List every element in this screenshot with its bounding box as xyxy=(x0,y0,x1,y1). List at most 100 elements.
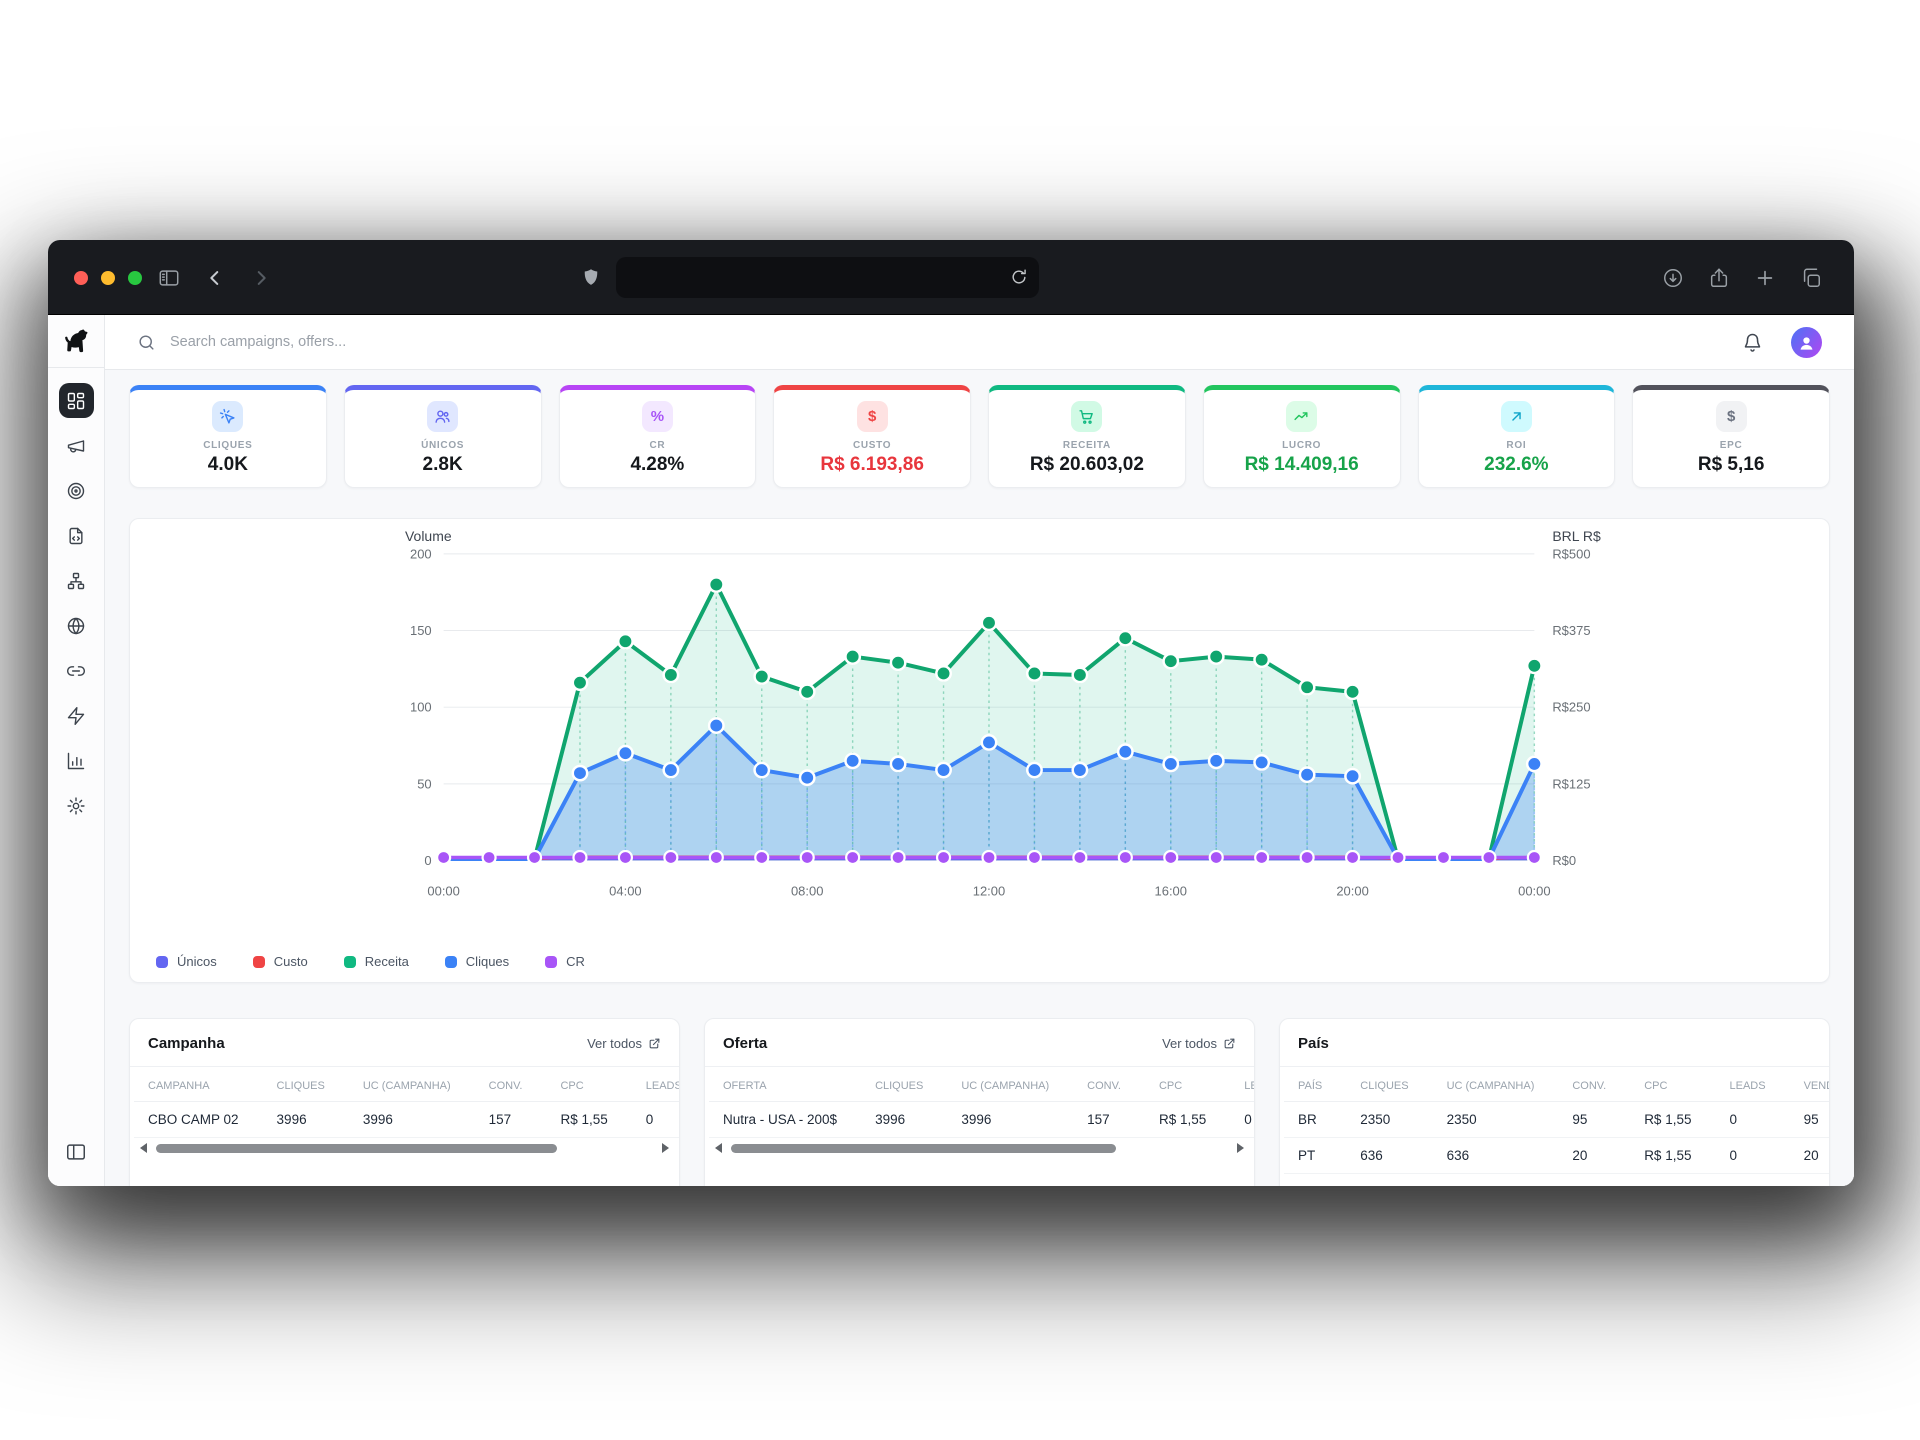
cr-point[interactable] xyxy=(1392,851,1405,864)
receita-point[interactable] xyxy=(845,649,859,663)
cr-point[interactable] xyxy=(1164,851,1177,864)
cr-point[interactable] xyxy=(483,851,496,864)
cliques-point[interactable] xyxy=(755,763,769,777)
cliques-point[interactable] xyxy=(1118,744,1132,758)
cr-point[interactable] xyxy=(1210,851,1223,864)
sidebar-item-domains[interactable] xyxy=(59,608,94,643)
sidebar-item-reports[interactable] xyxy=(59,743,94,778)
cr-point[interactable] xyxy=(1028,851,1041,864)
table-row[interactable]: BR2350235095R$ 1,55095R$ 9.288,09 xyxy=(1284,1102,1829,1138)
cr-point[interactable] xyxy=(619,851,632,864)
sidebar-item-structure[interactable] xyxy=(59,563,94,598)
downloads-icon[interactable] xyxy=(1662,267,1684,289)
cliques-point[interactable] xyxy=(618,746,632,760)
forward-button[interactable] xyxy=(250,267,272,289)
user-avatar[interactable] xyxy=(1791,327,1822,358)
new-tab-icon[interactable] xyxy=(1754,267,1776,289)
cliques-point[interactable] xyxy=(1209,754,1223,768)
receita-point[interactable] xyxy=(1209,649,1223,663)
cliques-point[interactable] xyxy=(982,735,996,749)
receita-point[interactable] xyxy=(891,656,905,670)
address-bar[interactable] xyxy=(616,257,1039,298)
cr-point[interactable] xyxy=(710,851,723,864)
scroll-left-arrow[interactable] xyxy=(140,1143,147,1153)
cr-point[interactable] xyxy=(1255,851,1268,864)
cliques-point[interactable] xyxy=(936,763,950,777)
receita-point[interactable] xyxy=(1345,685,1359,699)
ver-todos-link[interactable]: Ver todos xyxy=(1162,1036,1236,1051)
receita-point[interactable] xyxy=(1027,666,1041,680)
table-scroll-area[interactable]: PAÍSCLIQUESUC (CAMPANHA)CONV.CPCLEADSVEN… xyxy=(1280,1067,1829,1174)
privacy-shield-icon[interactable] xyxy=(580,267,602,289)
cliques-point[interactable] xyxy=(664,763,678,777)
cr-point[interactable] xyxy=(801,851,814,864)
table-scroll-area[interactable]: OFERTACLIQUESUC (CAMPANHA)CONV.CPCLEADSV… xyxy=(705,1067,1254,1138)
scroll-right-arrow[interactable] xyxy=(662,1143,669,1153)
scrollbar-track[interactable] xyxy=(726,1144,1233,1153)
receita-point[interactable] xyxy=(982,616,996,630)
share-icon[interactable] xyxy=(1708,267,1730,289)
minimize-window-button[interactable] xyxy=(101,271,115,285)
receita-point[interactable] xyxy=(573,675,587,689)
legend-item-unicos[interactable]: Únicos xyxy=(156,954,217,969)
cr-point[interactable] xyxy=(1482,851,1495,864)
cliques-point[interactable] xyxy=(800,771,814,785)
receita-point[interactable] xyxy=(1527,659,1541,673)
scrollbar-thumb[interactable] xyxy=(156,1144,557,1153)
cr-point[interactable] xyxy=(1437,851,1450,864)
zoom-window-button[interactable] xyxy=(128,271,142,285)
cr-point[interactable] xyxy=(1528,851,1541,864)
cr-point[interactable] xyxy=(1073,851,1086,864)
cr-point[interactable] xyxy=(437,851,450,864)
cr-point[interactable] xyxy=(528,851,541,864)
cliques-point[interactable] xyxy=(1164,757,1178,771)
legend-item-cr[interactable]: CR xyxy=(545,954,585,969)
scrollbar-track[interactable] xyxy=(151,1144,658,1153)
horizontal-scrollbar[interactable] xyxy=(715,1141,1244,1155)
cliques-point[interactable] xyxy=(891,757,905,771)
cliques-point[interactable] xyxy=(845,754,859,768)
table-row[interactable]: CBO CAMP 0239963996157R$ 1,550157R xyxy=(134,1102,679,1138)
cliques-point[interactable] xyxy=(1527,757,1541,771)
sidebar-item-links[interactable] xyxy=(59,653,94,688)
cr-point[interactable] xyxy=(982,851,995,864)
cliques-point[interactable] xyxy=(1073,763,1087,777)
receita-point[interactable] xyxy=(1300,680,1314,694)
cr-point[interactable] xyxy=(573,851,586,864)
table-row[interactable]: Nutra - USA - 200$39963996157R$ 1,550157 xyxy=(709,1102,1254,1138)
cr-point[interactable] xyxy=(1119,851,1132,864)
receita-point[interactable] xyxy=(1073,668,1087,682)
sidebar-item-dashboard[interactable] xyxy=(59,383,94,418)
receita-point[interactable] xyxy=(1254,652,1268,666)
receita-point[interactable] xyxy=(618,634,632,648)
cliques-point[interactable] xyxy=(709,718,723,732)
cr-point[interactable] xyxy=(892,851,905,864)
sidebar-item-targets[interactable] xyxy=(59,473,94,508)
cr-point[interactable] xyxy=(1301,851,1314,864)
sidebar-item-automation[interactable] xyxy=(59,698,94,733)
reload-icon[interactable] xyxy=(1009,267,1029,292)
cr-point[interactable] xyxy=(937,851,950,864)
cr-point[interactable] xyxy=(755,851,768,864)
receita-point[interactable] xyxy=(1118,631,1132,645)
horizontal-scrollbar[interactable] xyxy=(140,1141,669,1155)
notifications-bell-icon[interactable] xyxy=(1742,332,1763,353)
sidebar-item-campaigns[interactable] xyxy=(59,428,94,463)
app-logo[interactable] xyxy=(48,315,104,368)
receita-point[interactable] xyxy=(936,666,950,680)
time-series-chart[interactable]: 200R$500150R$375100R$25050R$1250R$0Volum… xyxy=(130,519,1829,982)
sidebar-item-settings[interactable] xyxy=(59,788,94,823)
table-row[interactable]: PT63663620R$ 1,55020R$ 3.484,10 xyxy=(1284,1138,1829,1174)
cr-point[interactable] xyxy=(1346,851,1359,864)
receita-point[interactable] xyxy=(755,669,769,683)
sidebar-item-scripts[interactable] xyxy=(59,518,94,553)
back-button[interactable] xyxy=(204,267,226,289)
cliques-point[interactable] xyxy=(1345,769,1359,783)
browser-sidebar-toggle-icon[interactable] xyxy=(158,267,180,289)
sidebar-collapse-toggle[interactable] xyxy=(65,1141,87,1186)
search-input[interactable] xyxy=(170,334,590,350)
receita-point[interactable] xyxy=(800,685,814,699)
cr-point[interactable] xyxy=(664,851,677,864)
receita-point[interactable] xyxy=(664,668,678,682)
cr-point[interactable] xyxy=(846,851,859,864)
